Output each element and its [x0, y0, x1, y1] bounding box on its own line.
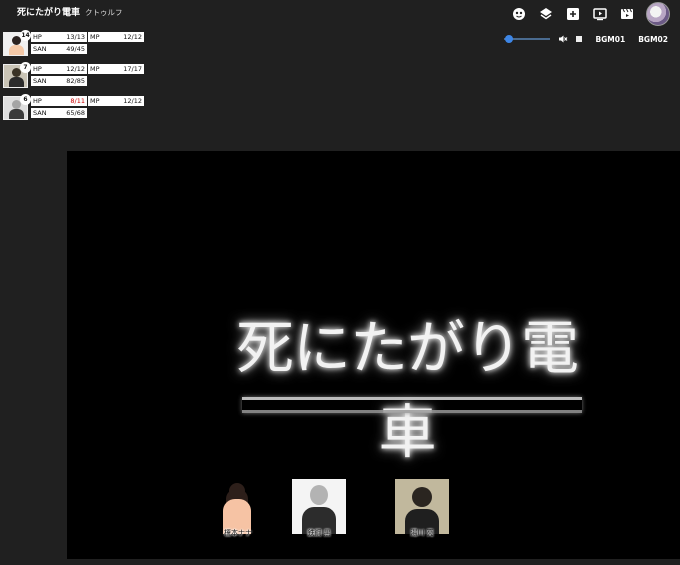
mute-button[interactable]	[558, 34, 568, 44]
dice-icon	[513, 8, 525, 20]
bgm-track-2[interactable]: BGM02	[638, 35, 668, 44]
member-name: 湯川 亮	[410, 529, 434, 537]
initiative-badge: 14	[20, 30, 31, 41]
game-system: クトゥルフ	[85, 8, 123, 17]
member-portrait	[395, 479, 449, 534]
scene-stage[interactable]: 死にたがり電車 榎本ナナ 鉄鋼 黒 湯川 亮	[67, 151, 680, 559]
hp-value-low: 8/11	[70, 97, 85, 105]
bgm-track-1[interactable]: BGM01	[595, 35, 625, 44]
add-item-button[interactable]	[563, 4, 583, 24]
hp-stat: HP 13/13	[31, 32, 87, 42]
logo-title: 死にたがり電車	[235, 314, 579, 466]
toolbar	[502, 2, 670, 26]
party-member[interactable]: 湯川 亮	[395, 479, 449, 537]
layers-button[interactable]	[536, 4, 556, 24]
audio-controls: BGM01 BGM02	[504, 34, 668, 44]
volume-off-icon	[559, 35, 568, 43]
play-screen-icon	[593, 8, 607, 21]
scenario-logo: 死にたがり電車	[212, 301, 602, 466]
mp-stat: MP 17/17	[88, 64, 144, 74]
layers-icon	[540, 8, 552, 20]
screen-button[interactable]	[590, 4, 610, 24]
add-icon	[567, 8, 579, 20]
hp-stat: HP 8/11	[31, 96, 87, 106]
user-avatar[interactable]	[646, 2, 670, 26]
character-status-list: 14 HP 13/13 MP 12/12 SAN 49/45 7 HP 12/12 MP…	[3, 30, 144, 128]
san-stat: SAN 49/45	[31, 44, 87, 54]
title-bar: 死にたがり電車 クトゥルフ	[17, 5, 123, 19]
volume-slider[interactable]	[504, 34, 551, 44]
character-status[interactable]: 7 HP 12/12 MP 17/17 SAN 82/85	[3, 62, 144, 88]
character-status[interactable]: 14 HP 13/13 MP 12/12 SAN 49/45	[3, 30, 144, 56]
movie-icon	[621, 8, 633, 19]
initiative-badge: 6	[20, 94, 31, 105]
hp-stat: HP 12/12	[31, 64, 87, 74]
member-portrait	[292, 479, 346, 534]
member-name: 榎本ナナ	[224, 529, 252, 537]
san-stat: SAN 82/85	[31, 76, 87, 86]
volume-thumb[interactable]	[504, 35, 513, 43]
mp-stat: MP 12/12	[88, 32, 144, 42]
stop-button[interactable]	[576, 36, 583, 42]
initiative-badge: 7	[20, 62, 31, 73]
scene-button[interactable]	[617, 4, 637, 24]
party-member[interactable]: 鉄鋼 黒	[292, 479, 346, 537]
dice-button[interactable]	[509, 4, 529, 24]
character-status[interactable]: 6 HP 8/11 MP 12/12 SAN 65/68	[3, 94, 144, 120]
room-title: 死にたがり電車	[17, 8, 81, 18]
member-portrait	[211, 479, 265, 534]
party-member[interactable]: 榎本ナナ	[211, 479, 265, 537]
san-stat: SAN 65/68	[31, 108, 87, 118]
logo-subtitle-band	[242, 397, 582, 413]
member-name: 鉄鋼 黒	[307, 529, 331, 537]
mp-stat: MP 12/12	[88, 96, 144, 106]
